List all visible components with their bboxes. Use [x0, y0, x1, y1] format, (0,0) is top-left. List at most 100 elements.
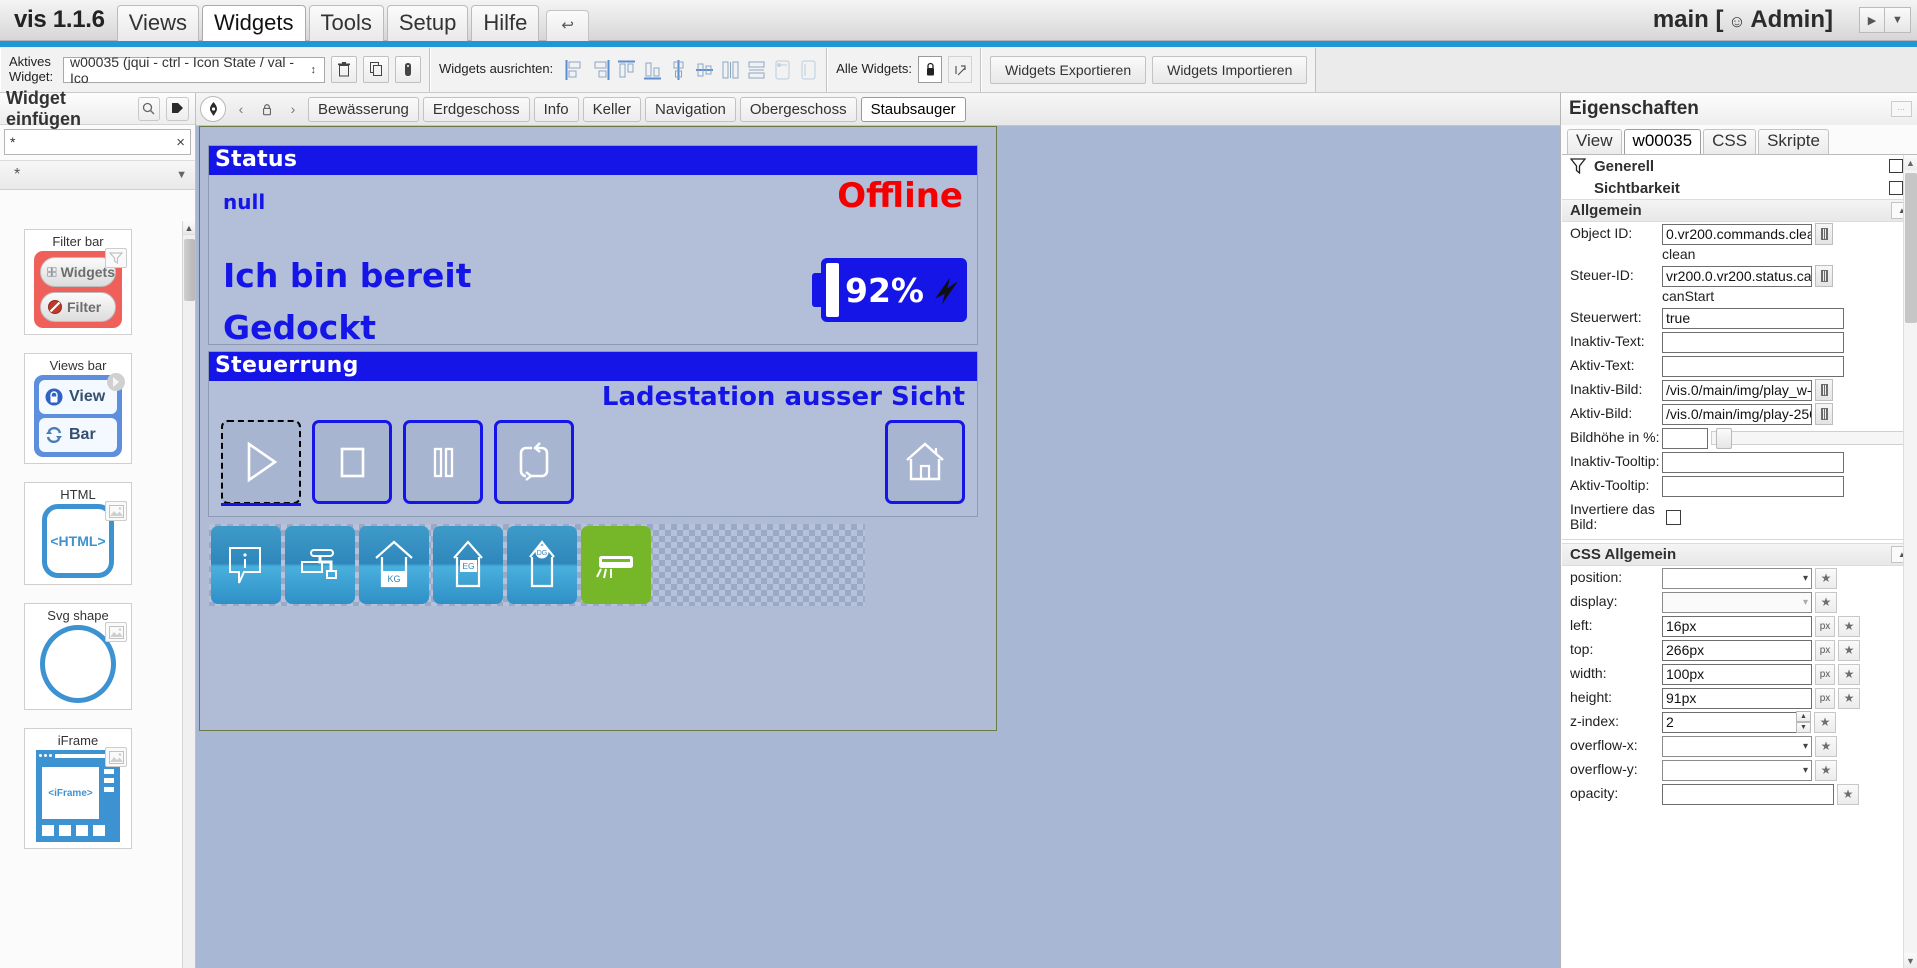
view-tab-navigation[interactable]: Navigation	[645, 96, 736, 122]
left-input[interactable]: 16px	[1662, 615, 1812, 637]
pause-button[interactable]	[403, 420, 483, 504]
info-icon[interactable]	[395, 56, 421, 83]
steuer-id-input[interactable]: vr200.0.vr200.status.ca	[1662, 265, 1812, 287]
view-tab-keller[interactable]: Keller	[582, 96, 641, 122]
section-sichtbarkeit[interactable]: Sichtbarkeit	[1562, 177, 1917, 199]
undo-arrow-icon[interactable]: ↩	[546, 10, 589, 41]
widgets-export-button[interactable]: Widgets Exportieren	[990, 55, 1147, 84]
search-icon[interactable]	[137, 96, 161, 121]
scroll-down-icon[interactable]: ▼	[1904, 953, 1917, 968]
height-input[interactable]: 91px	[1662, 687, 1812, 709]
top-star-icon[interactable]: ★	[1838, 639, 1860, 661]
object-id-picker-icon[interactable]	[1815, 223, 1833, 245]
scroll-thumb[interactable]	[184, 239, 195, 301]
align-left-icon[interactable]	[565, 59, 584, 81]
section-allgemein[interactable]: Allgemein ▲	[1562, 199, 1917, 222]
zindex-star-icon[interactable]: ★	[1814, 711, 1836, 733]
chevron-left-icon[interactable]: ‹	[230, 96, 252, 122]
tag-icon[interactable]	[166, 96, 189, 121]
home-button[interactable]	[885, 420, 965, 504]
nav-water-button[interactable]	[285, 526, 355, 604]
bildhoehe-input[interactable]	[1662, 427, 1708, 449]
display-select[interactable]: ▾	[1662, 591, 1812, 613]
height-star-icon[interactable]: ★	[1838, 687, 1860, 709]
section-css-allgemein[interactable]: CSS Allgemein ▲	[1562, 543, 1917, 566]
same-width-icon[interactable]	[773, 59, 792, 81]
aktiv-tooltip-input[interactable]	[1662, 475, 1844, 497]
vis-logo-icon[interactable]	[200, 96, 226, 122]
menu-tab-tools[interactable]: Tools	[308, 4, 384, 41]
same-height-icon[interactable]	[799, 59, 818, 81]
width-unit-button[interactable]: px	[1815, 663, 1835, 685]
object-id-input[interactable]: 0.vr200.commands.clean	[1662, 223, 1812, 245]
expand-icon[interactable]	[948, 56, 973, 83]
play-button[interactable]	[221, 420, 301, 506]
steuerwert-input[interactable]: true	[1662, 307, 1844, 329]
align-right-icon[interactable]	[591, 59, 610, 81]
view-tab-info[interactable]: Info	[533, 96, 579, 122]
widget-filter-select[interactable]: * ▼	[0, 160, 195, 190]
nav-info-button[interactable]	[211, 526, 281, 604]
tab-css[interactable]: CSS	[1703, 129, 1757, 154]
aktiv-bild-input[interactable]: /vis.0/main/img/play-256	[1662, 403, 1812, 425]
list-item[interactable]: Filter bar Widgets Filter	[24, 229, 132, 335]
list-item[interactable]: iFrame <iFrame>	[24, 728, 132, 849]
align-vcenter-icon[interactable]	[669, 59, 688, 81]
return-button[interactable]	[494, 420, 574, 504]
distribute-horizontal-icon[interactable]	[721, 59, 740, 81]
menu-tab-widgets[interactable]: Widgets	[202, 4, 306, 41]
properties-scrollbar[interactable]: ▲ ▼	[1903, 155, 1917, 968]
menu-tab-setup[interactable]: Setup	[386, 4, 469, 41]
resize-grip-icon[interactable]: ⋯	[1891, 101, 1912, 117]
left-unit-button[interactable]: px	[1815, 615, 1835, 637]
nav-vacuum-button[interactable]	[581, 526, 651, 604]
scroll-up-icon[interactable]: ▲	[1904, 155, 1917, 170]
position-select[interactable]: ▾	[1662, 567, 1812, 589]
nav-kg-button[interactable]: KG	[359, 526, 429, 604]
trash-icon[interactable]	[331, 56, 357, 83]
view-tab-staubsauger[interactable]: Staubsauger	[860, 96, 966, 122]
align-top-icon[interactable]	[617, 59, 636, 81]
top-input[interactable]: 266px	[1662, 639, 1812, 661]
opacity-input[interactable]	[1662, 783, 1834, 805]
align-hcenter-icon[interactable]	[695, 59, 714, 81]
aktiv-text-input[interactable]	[1662, 355, 1844, 377]
inaktiv-bild-input[interactable]: /vis.0/main/img/play_w-	[1662, 379, 1812, 401]
menu-tab-views[interactable]: Views	[116, 4, 200, 41]
widgets-import-button[interactable]: Widgets Importieren	[1152, 55, 1308, 84]
view-canvas[interactable]: Status null Offline Ich bin bereit Gedoc…	[196, 126, 1560, 968]
slider-knob[interactable]	[1716, 428, 1732, 449]
tab-view[interactable]: View	[1567, 129, 1622, 154]
height-unit-button[interactable]: px	[1815, 687, 1835, 709]
zindex-input[interactable]: 2	[1662, 711, 1797, 733]
bildhoehe-slider[interactable]	[1711, 428, 1911, 449]
width-star-icon[interactable]: ★	[1838, 663, 1860, 685]
inaktiv-text-input[interactable]	[1662, 331, 1844, 353]
play-small-icon[interactable]: ▶	[1859, 7, 1885, 33]
scroll-up-icon[interactable]: ▲	[183, 221, 195, 235]
overflow-y-star-icon[interactable]: ★	[1815, 759, 1837, 781]
scroll-thumb[interactable]	[1905, 173, 1917, 323]
aktiv-bild-picker-icon[interactable]	[1815, 403, 1833, 425]
left-star-icon[interactable]: ★	[1838, 615, 1860, 637]
align-bottom-icon[interactable]	[643, 59, 662, 81]
generell-checkbox[interactable]	[1889, 159, 1903, 173]
close-icon[interactable]: ×	[176, 134, 185, 151]
search-input[interactable]: * ×	[4, 129, 191, 155]
invert-checkbox[interactable]	[1666, 509, 1681, 525]
steuer-id-picker-icon[interactable]	[1815, 265, 1833, 287]
section-generell[interactable]: Generell	[1562, 155, 1917, 177]
stop-button[interactable]	[312, 420, 392, 504]
sichtbarkeit-checkbox[interactable]	[1889, 181, 1903, 195]
lock-small-icon[interactable]	[256, 96, 278, 122]
active-widget-select[interactable]: w00035 (jqui - ctrl - Icon State / val -…	[63, 54, 325, 86]
widget-list-scrollbar[interactable]: ▲	[182, 221, 195, 968]
spinner-up-icon[interactable]: ▲	[1796, 711, 1811, 722]
chevron-down-small-icon[interactable]: ▼	[1885, 7, 1911, 33]
view-tab-obergeschoss[interactable]: Obergeschoss	[739, 96, 857, 122]
list-item[interactable]: HTML <HTML>	[24, 482, 132, 585]
view-tab-bewaesserung[interactable]: Bewässerung	[308, 96, 419, 122]
zindex-spinner[interactable]: ▲ ▼	[1796, 711, 1811, 733]
display-star-icon[interactable]: ★	[1815, 591, 1837, 613]
view-tab-erdgeschoss[interactable]: Erdgeschoss	[422, 96, 530, 122]
